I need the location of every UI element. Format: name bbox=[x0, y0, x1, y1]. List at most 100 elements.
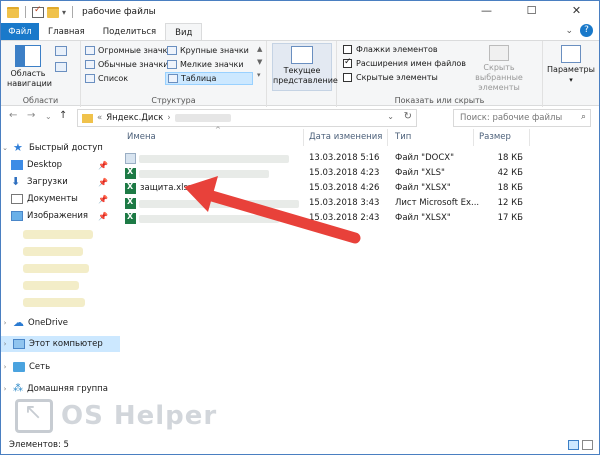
divider bbox=[529, 129, 530, 146]
minimize-button[interactable]: — bbox=[464, 1, 509, 23]
expand-icon[interactable]: › bbox=[1, 385, 9, 393]
forward-arrow-icon[interactable]: → bbox=[27, 110, 35, 121]
document-file-icon bbox=[125, 153, 136, 164]
new-folder-icon[interactable] bbox=[47, 6, 59, 18]
checkbox[interactable] bbox=[343, 45, 352, 54]
navigation-pane-icon bbox=[15, 45, 41, 67]
small-icons-icon bbox=[167, 60, 177, 69]
star-icon: ★ bbox=[13, 141, 23, 154]
breadcrumb-blurred bbox=[174, 114, 231, 122]
tab-file[interactable]: Файл bbox=[1, 23, 39, 41]
blurred-filename bbox=[139, 200, 299, 208]
up-arrow-icon[interactable]: ↑ bbox=[59, 110, 67, 121]
table-row[interactable]: защита.xlsx 15.03.2018 4:26 Файл "XLSX" … bbox=[121, 181, 599, 196]
file-extensions-toggle[interactable]: Расширения имен файлов bbox=[343, 57, 466, 68]
preview-pane-icon bbox=[55, 46, 67, 56]
preview-pane-button[interactable] bbox=[55, 46, 67, 56]
panes-group: Область навигации Области bbox=[1, 41, 81, 107]
column-header-date[interactable]: Дата изменения bbox=[309, 129, 382, 146]
divider bbox=[72, 6, 74, 18]
breadcrumb-overflow-icon[interactable]: « bbox=[97, 113, 102, 123]
nav-downloads[interactable]: ⬇ Загрузки 📌 bbox=[1, 174, 120, 190]
layout-list[interactable]: Список bbox=[83, 72, 130, 85]
scroll-up-icon[interactable]: ▲ bbox=[257, 45, 262, 53]
hidden-items-toggle[interactable]: Скрытые элементы bbox=[343, 73, 438, 82]
nav-homegroup[interactable]: › ⁂ Домашняя группа bbox=[1, 381, 120, 397]
tab-home[interactable]: Главная bbox=[39, 23, 94, 41]
blurred-folder bbox=[23, 230, 93, 239]
nav-desktop[interactable]: Desktop 📌 bbox=[1, 157, 120, 173]
details-pane-button[interactable] bbox=[55, 62, 67, 72]
current-view-button[interactable]: Текущее представление bbox=[272, 43, 338, 91]
close-button[interactable]: ✕ bbox=[554, 1, 599, 23]
maximize-button[interactable]: ☐ bbox=[509, 1, 554, 23]
panes-group-label: Области bbox=[22, 96, 59, 105]
column-header-name[interactable]: Имена bbox=[127, 122, 220, 146]
column-header-type[interactable]: Тип bbox=[395, 129, 411, 146]
nav-onedrive[interactable]: › ☁ OneDrive bbox=[1, 315, 120, 331]
expand-layout-icon[interactable]: ▾ bbox=[257, 71, 261, 79]
blurred-folder bbox=[23, 281, 79, 290]
item-checkboxes-toggle[interactable]: Флажки элементов bbox=[343, 45, 438, 54]
nav-documents[interactable]: Документы 📌 bbox=[1, 191, 120, 207]
collapse-icon[interactable]: ⌄ bbox=[1, 144, 9, 152]
pin-icon: 📌 bbox=[98, 211, 108, 221]
nav-label: Этот компьютер bbox=[29, 339, 103, 349]
checkbox[interactable] bbox=[343, 73, 352, 82]
file-type: Лист Microsoft Ex... bbox=[395, 198, 480, 208]
properties-icon[interactable] bbox=[32, 5, 44, 18]
nav-network[interactable]: › Сеть bbox=[1, 359, 120, 375]
table-row[interactable]: 15.03.2018 2:43 Файл "XLSX" 17 КБ bbox=[121, 211, 599, 226]
navigation-pane-button[interactable]: Область навигации bbox=[7, 45, 52, 89]
nav-label: Изображения bbox=[27, 211, 89, 221]
refresh-icon[interactable]: ↻ bbox=[404, 111, 412, 122]
table-row[interactable]: 15.03.2018 4:23 Файл "XLS" 42 КБ bbox=[121, 166, 599, 181]
large-icons-view-icon[interactable] bbox=[582, 440, 593, 450]
details-icon bbox=[168, 74, 178, 83]
folder-icon bbox=[7, 6, 19, 18]
back-arrow-icon[interactable]: ← bbox=[9, 110, 17, 121]
pin-icon: 📌 bbox=[98, 194, 108, 204]
expand-icon[interactable]: › bbox=[1, 363, 9, 371]
collapse-ribbon-icon[interactable]: ⌄ bbox=[565, 26, 573, 36]
table-row[interactable]: 15.03.2018 3:43 Лист Microsoft Ex... 12 … bbox=[121, 196, 599, 211]
address-dropdown-icon[interactable]: ⌄ bbox=[387, 112, 394, 121]
nav-quick-access[interactable]: ⌄ ★ Быстрый доступ bbox=[1, 140, 120, 156]
excel-file-icon bbox=[125, 182, 136, 194]
expand-icon[interactable]: › bbox=[1, 340, 9, 348]
table-row[interactable]: 13.03.2018 5:16 Файл "DOCX" 18 КБ bbox=[121, 151, 599, 166]
nav-label: Сеть bbox=[29, 362, 51, 372]
layout-extra-large-icons[interactable]: Огромные значки bbox=[83, 44, 175, 57]
search-input[interactable]: Поиск: рабочие файлы ⌕ bbox=[453, 109, 591, 127]
file-type: Файл "XLS" bbox=[395, 168, 445, 178]
address-bar[interactable]: « Яндекс.Диск › ⌄ ↻ bbox=[77, 109, 417, 127]
layout-details[interactable]: Таблица bbox=[165, 72, 253, 85]
breadcrumb-root[interactable]: Яндекс.Диск bbox=[106, 113, 163, 123]
customize-toolbar-icon[interactable]: ▾ bbox=[62, 8, 66, 17]
nav-label: Домашняя группа bbox=[27, 384, 108, 394]
column-header-size[interactable]: Размер bbox=[479, 129, 511, 146]
layout-large-icons[interactable]: Крупные значки bbox=[165, 44, 251, 57]
help-icon[interactable]: ? bbox=[580, 24, 593, 37]
checkbox-checked[interactable] bbox=[343, 57, 352, 68]
file-name[interactable]: защита.xlsx bbox=[140, 183, 193, 193]
options-button[interactable]: Параметры ▾ bbox=[545, 45, 597, 85]
nav-pictures[interactable]: Изображения 📌 bbox=[1, 208, 120, 224]
layout-small-icons[interactable]: Мелкие значки bbox=[165, 58, 246, 71]
navigation-pane-label: Область навигации bbox=[7, 69, 52, 88]
window-title: рабочие файлы bbox=[82, 7, 156, 17]
search-icon[interactable]: ⌕ bbox=[581, 112, 586, 122]
expand-icon[interactable]: › bbox=[1, 319, 9, 327]
details-view-icon[interactable] bbox=[568, 440, 579, 450]
hide-selected-button[interactable]: Скрыть выбранные элементы bbox=[459, 45, 539, 93]
tab-share[interactable]: Поделиться bbox=[94, 23, 165, 41]
nav-label: OneDrive bbox=[28, 318, 68, 328]
nav-this-pc[interactable]: › Этот компьютер bbox=[1, 336, 120, 352]
tab-view[interactable]: Вид bbox=[165, 23, 203, 41]
scroll-down-icon[interactable]: ▼ bbox=[257, 58, 262, 66]
recent-locations-icon[interactable]: ⌄ bbox=[45, 112, 52, 121]
layout-medium-icons[interactable]: Обычные значки bbox=[83, 58, 170, 71]
file-type: Файл "XLSX" bbox=[395, 183, 451, 193]
divider bbox=[473, 129, 474, 146]
nav-label: Быстрый доступ bbox=[29, 143, 103, 153]
